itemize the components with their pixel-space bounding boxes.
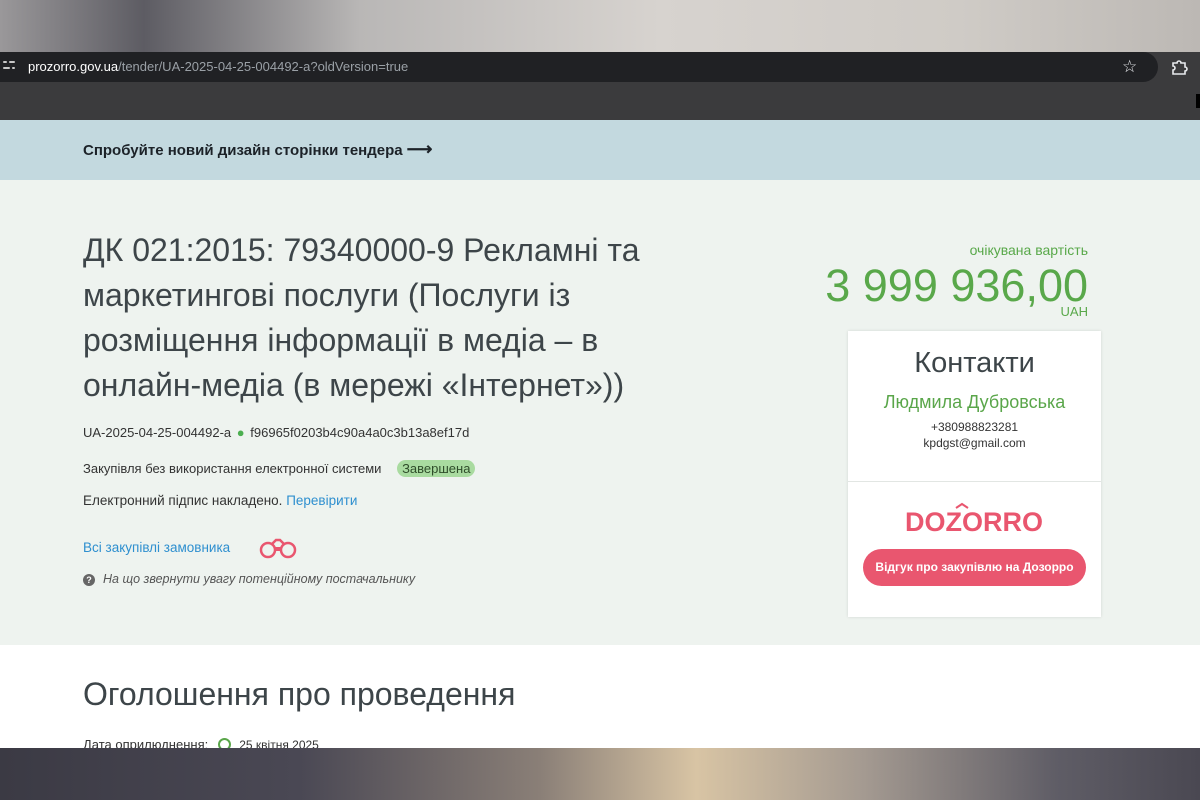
dozorro-logo[interactable]: DOZORRO [898,501,1051,537]
supplier-hint[interactable]: ? На що звернути увагу потенційному поста… [83,572,415,586]
publication-date: 25 квітня 2025 [239,738,319,748]
tender-header: ДК 021:2015: 79340000-9 Рекламні та марк… [0,180,1200,645]
supplier-hint-text: На що звернути увагу потенційному постач… [103,572,416,586]
bookmark-star-icon[interactable]: ☆ [1122,57,1137,77]
expected-value-label: очікувана вартість [969,242,1088,258]
announcement-heading: Оголошення про проведення [83,676,516,712]
expected-value-amount: 3 999 936,00 [825,260,1088,311]
tender-hash: f96965f0203b4c90a4a0c3b13a8ef17d [250,425,470,440]
contact-name: Людмила Дубровська [883,392,1066,412]
photo-backdrop-top [0,0,1200,52]
status-badge: Завершена [397,460,476,477]
svg-text:DOZORRO: DOZORRO [905,507,1043,537]
binoculars-icon[interactable] [258,537,298,559]
new-design-banner: Спробуйте новий дизайн сторінки тендера ⟶ [0,120,1200,180]
contact-phone: +380988823281 [930,420,1019,434]
all-buyer-purchases-link[interactable]: Всі закупівлі замовника [83,540,230,555]
expected-value: очікувана вартість 3 999 936,00 UAH [825,242,1088,319]
publication-date-row: Дата оприлюднення: 25 квітня 2025 [83,737,319,748]
url-host: prozorro.gov.ua [28,59,119,74]
browser-chrome: prozorro.gov.ua/tender/UA-2025-04-25-004… [0,52,1200,120]
mouse-cursor [1196,94,1200,108]
url-path: /tender/UA-2025-04-25-004492-a?oldVersio… [118,59,409,74]
extensions-icon[interactable] [1170,59,1188,75]
contacts-heading: Контакти [914,347,1035,379]
procedure-row: Закупівля без використання електронної с… [83,460,476,477]
tender-title: ДК 021:2015: 79340000-9 Рекламні та марк… [83,232,640,403]
new-design-link-text: Спробуйте новий дизайн сторінки тендера [83,142,403,159]
prozorro-page: Спробуйте новий дизайн сторінки тендера ⟶… [0,120,1200,748]
site-settings-icon[interactable] [2,60,16,74]
verify-signature-link[interactable]: Перевірити [286,493,357,508]
clock-icon [218,738,232,748]
signature-text: Електронний підпис накладено. [83,493,283,508]
status-dot-icon: ● [236,425,245,440]
contacts-divider [848,481,1101,482]
publication-date-label: Дата оприлюднення: [83,737,209,748]
dozorro-feedback-button[interactable]: Відгук про закупівлю на Дозорро [863,549,1086,586]
address-bar[interactable]: prozorro.gov.ua/tender/UA-2025-04-25-004… [0,52,1158,82]
tender-id: UA-2025-04-25-004492-a [83,425,232,440]
signature-row: Електронний підпис накладено. Перевірити [83,493,357,508]
tender-identifiers: UA-2025-04-25-004492-a ● f96965f0203b4c9… [83,425,469,440]
contacts-card: Контакти Людмила Дубровська +38098882328… [848,331,1101,617]
url-text[interactable]: prozorro.gov.ua/tender/UA-2025-04-25-004… [28,59,408,74]
new-design-link[interactable]: Спробуйте новий дизайн сторінки тендера ⟶ [83,139,432,160]
contact-email: kpdgst@gmail.com [923,436,1026,450]
procedure-type: Закупівля без використання електронної с… [83,461,382,476]
arrow-right-icon: ⟶ [406,139,433,159]
question-icon: ? [83,574,95,586]
photo-backdrop-bottom [0,748,1200,800]
